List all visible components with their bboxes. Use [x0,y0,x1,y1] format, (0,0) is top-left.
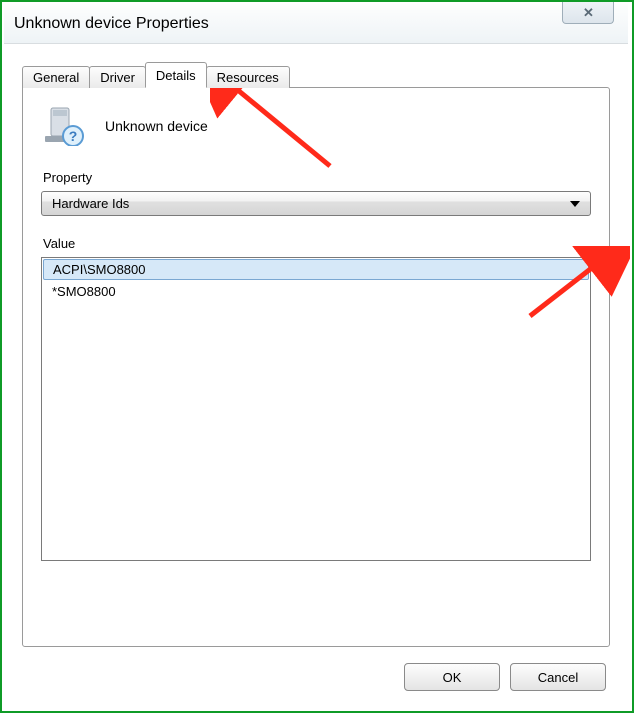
value-listbox[interactable]: ACPI\SMO8800 *SMO8800 [41,257,591,561]
ok-button[interactable]: OK [404,663,500,691]
tab-resources[interactable]: Resources [206,66,290,88]
svg-text:?: ? [69,128,78,144]
list-item[interactable]: *SMO8800 [42,281,590,302]
tab-strip: General Driver Details Resources [22,62,289,88]
tab-general[interactable]: General [22,66,90,88]
tab-driver[interactable]: Driver [89,66,146,88]
cancel-button[interactable]: Cancel [510,663,606,691]
tab-panel-details: ? Unknown device Property Hardware Ids V… [22,87,610,647]
titlebar: Unknown device Properties ✕ [4,4,628,44]
dialog-body: General Driver Details Resources ? Unkno… [10,46,622,705]
chevron-down-icon [570,201,580,207]
close-icon: ✕ [583,5,593,21]
tab-details[interactable]: Details [145,62,207,88]
property-label: Property [43,170,591,185]
device-name: Unknown device [105,118,208,134]
property-dropdown-value: Hardware Ids [52,196,129,211]
window-title: Unknown device Properties [14,15,209,33]
button-row: OK Cancel [404,663,606,691]
close-button[interactable]: ✕ [562,2,614,24]
list-item[interactable]: ACPI\SMO8800 [43,259,589,280]
property-dropdown[interactable]: Hardware Ids [41,191,591,216]
value-label: Value [43,236,591,251]
device-header: ? Unknown device [45,106,591,146]
device-icon: ? [45,106,85,146]
